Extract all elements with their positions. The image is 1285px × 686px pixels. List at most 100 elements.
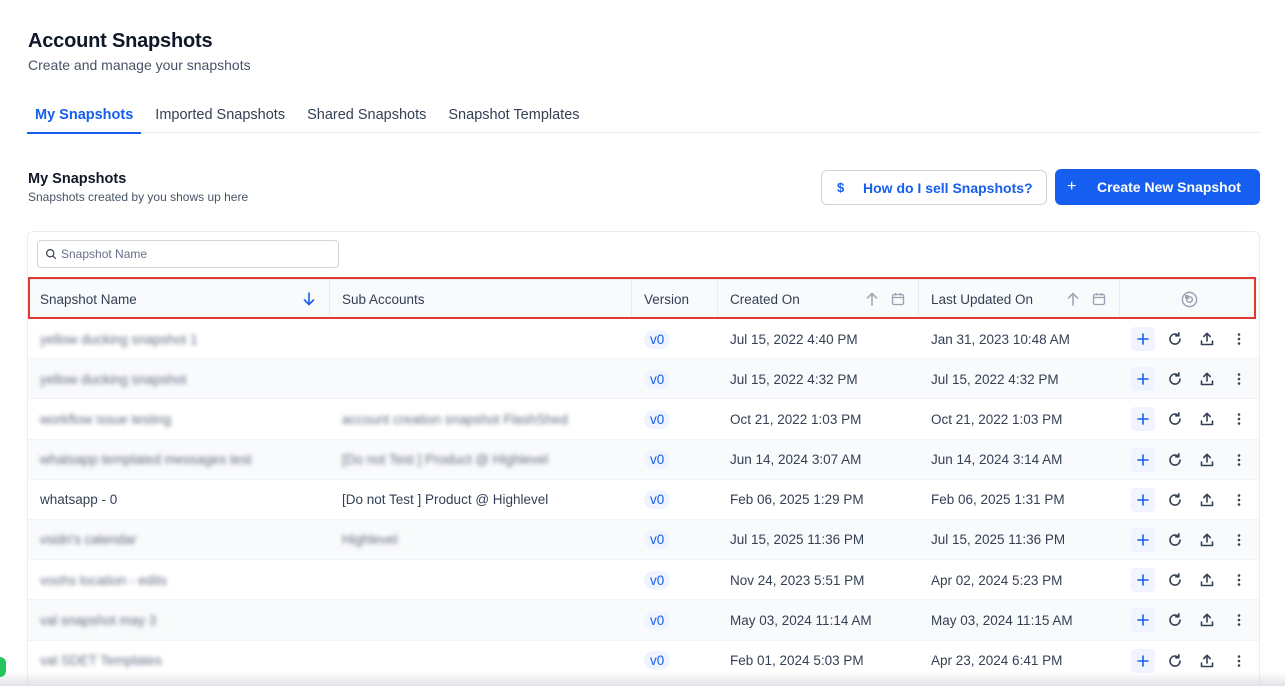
refresh-icon[interactable] — [1163, 407, 1187, 431]
created-on: May 03, 2024 11:14 AM — [730, 612, 872, 628]
upload-icon[interactable] — [1195, 649, 1219, 673]
snapshot-name[interactable]: workflow issue testing — [40, 399, 325, 439]
column-snapshot-name[interactable]: Snapshot Name — [28, 280, 330, 318]
calendar-icon[interactable] — [1091, 291, 1107, 307]
sub-accounts — [342, 319, 627, 359]
table-row[interactable]: voohs location - edits v0 Nov 24, 2023 5… — [28, 560, 1259, 601]
page-title: Account Snapshots — [28, 30, 213, 52]
table-row[interactable]: val snapshot may 3 v0 May 03, 2024 11:14… — [28, 600, 1259, 641]
section-subtitle: Snapshots created by you shows up here — [28, 190, 249, 204]
snapshot-name[interactable]: whatsapp - 0 — [40, 480, 325, 520]
more-vertical-icon[interactable] — [1227, 568, 1251, 592]
tab-imported-snapshots[interactable]: Imported Snapshots — [147, 100, 293, 133]
row-actions — [1131, 568, 1259, 593]
add-icon[interactable] — [1131, 487, 1155, 512]
add-icon[interactable] — [1131, 568, 1155, 593]
version-badge: v0 — [644, 359, 714, 399]
create-snapshot-button[interactable]: + Create New Snapshot — [1055, 169, 1260, 205]
upload-icon[interactable] — [1195, 407, 1219, 431]
sub-accounts: account creation snapshot FlashShed — [342, 411, 568, 427]
version-badge: v0 — [644, 440, 714, 480]
upload-icon[interactable] — [1195, 608, 1219, 632]
table-row[interactable]: yellow ducking snapshot v0 Jul 15, 2022 … — [28, 359, 1259, 400]
table-row[interactable]: vsidn's calendar Highlevel v0 Jul 15, 20… — [28, 519, 1259, 561]
more-vertical-icon[interactable] — [1227, 448, 1251, 472]
snapshot-name[interactable]: whatsapp templated messages test — [40, 440, 325, 480]
more-vertical-icon[interactable] — [1227, 407, 1251, 431]
tab-snapshot-templates[interactable]: Snapshot Templates — [440, 100, 587, 133]
search-input[interactable] — [61, 247, 331, 261]
add-icon[interactable] — [1131, 407, 1155, 432]
refresh-icon[interactable] — [1163, 528, 1187, 552]
sort-asc-icon[interactable] — [864, 291, 880, 307]
refresh-icon[interactable] — [1163, 448, 1187, 472]
how-to-sell-button[interactable]: $ How do I sell Snapshots? — [821, 170, 1047, 205]
version-badge: v0 — [644, 480, 714, 520]
column-created-on[interactable]: Created On — [718, 280, 919, 318]
sub-accounts — [342, 600, 627, 640]
snapshot-name[interactable]: val snapshot may 3 — [40, 600, 325, 640]
sort-desc-icon[interactable] — [301, 291, 317, 307]
refresh-icon[interactable] — [1163, 649, 1187, 673]
table-row[interactable]: workflow issue testing account creation … — [28, 399, 1259, 440]
upload-icon[interactable] — [1195, 488, 1219, 512]
add-icon[interactable] — [1131, 608, 1155, 633]
more-vertical-icon[interactable] — [1227, 327, 1251, 351]
created-on: Jun 14, 2024 3:07 AM — [730, 452, 862, 468]
row-actions — [1131, 608, 1259, 633]
table-row[interactable]: whatsapp - 0 [Do not Test ] Product @ Hi… — [28, 480, 1259, 520]
upload-icon[interactable] — [1195, 327, 1219, 351]
refresh-icon[interactable] — [1163, 327, 1187, 351]
created-on: Nov 24, 2023 5:51 PM — [730, 572, 865, 588]
more-vertical-icon[interactable] — [1227, 367, 1251, 391]
create-snapshot-label: Create New Snapshot — [1097, 179, 1241, 195]
created-on: Oct 21, 2022 1:03 PM — [730, 411, 862, 427]
sub-accounts — [342, 359, 627, 399]
add-icon[interactable] — [1131, 367, 1155, 392]
sub-accounts: [Do not Test ] Product @ Highlevel — [342, 492, 549, 508]
last-updated-on: Jun 14, 2024 3:14 AM — [931, 452, 1063, 468]
settings-icon[interactable] — [1180, 290, 1199, 309]
add-icon[interactable] — [1131, 327, 1155, 351]
chat-widget-icon[interactable] — [0, 657, 6, 677]
refresh-icon[interactable] — [1163, 488, 1187, 512]
upload-icon[interactable] — [1195, 367, 1219, 391]
upload-icon[interactable] — [1195, 568, 1219, 592]
add-icon[interactable] — [1131, 447, 1155, 472]
more-vertical-icon[interactable] — [1227, 528, 1251, 552]
refresh-icon[interactable] — [1163, 608, 1187, 632]
table-row[interactable]: whatsapp templated messages test [Do not… — [28, 439, 1259, 480]
tab-shared-snapshots[interactable]: Shared Snapshots — [299, 100, 434, 133]
sort-asc-icon[interactable] — [1065, 291, 1081, 307]
how-to-sell-label: How do I sell Snapshots? — [863, 179, 1033, 196]
snapshot-name[interactable]: yellow ducking snapshot 1 — [40, 319, 325, 359]
snapshot-name[interactable]: voohs location - edits — [40, 560, 325, 600]
sub-accounts: [Do not Test ] Product @ Highlevel — [342, 452, 549, 468]
table-header: Snapshot Name Sub Accounts Version Creat… — [28, 279, 1259, 319]
tab-my-snapshots[interactable]: My Snapshots — [27, 100, 142, 134]
row-actions — [1131, 648, 1259, 673]
search-box[interactable] — [37, 240, 339, 268]
snapshot-name[interactable]: yellow ducking snapshot — [40, 359, 325, 399]
refresh-icon[interactable] — [1163, 568, 1187, 592]
table-row[interactable]: yellow ducking snapshot 1 v0 Jul 15, 202… — [28, 319, 1259, 360]
snapshot-name[interactable]: vsidn's calendar — [40, 520, 325, 560]
column-label: Created On — [730, 291, 800, 307]
last-updated-on: Jul 15, 2025 11:36 PM — [931, 532, 1066, 548]
more-vertical-icon[interactable] — [1227, 608, 1251, 632]
add-icon[interactable] — [1131, 527, 1155, 552]
page-subtitle: Create and manage your snapshots — [28, 57, 251, 73]
version-badge: v0 — [644, 560, 714, 600]
more-vertical-icon[interactable] — [1227, 488, 1251, 512]
plus-icon: + — [1067, 178, 1077, 195]
upload-icon[interactable] — [1195, 528, 1219, 552]
add-icon[interactable] — [1131, 648, 1155, 673]
row-actions — [1131, 407, 1259, 432]
sub-accounts — [342, 560, 627, 600]
refresh-icon[interactable] — [1163, 367, 1187, 391]
column-last-updated-on[interactable]: Last Updated On — [919, 280, 1120, 318]
calendar-icon[interactable] — [890, 291, 906, 307]
more-vertical-icon[interactable] — [1227, 649, 1251, 673]
row-actions — [1131, 327, 1259, 351]
upload-icon[interactable] — [1195, 448, 1219, 472]
